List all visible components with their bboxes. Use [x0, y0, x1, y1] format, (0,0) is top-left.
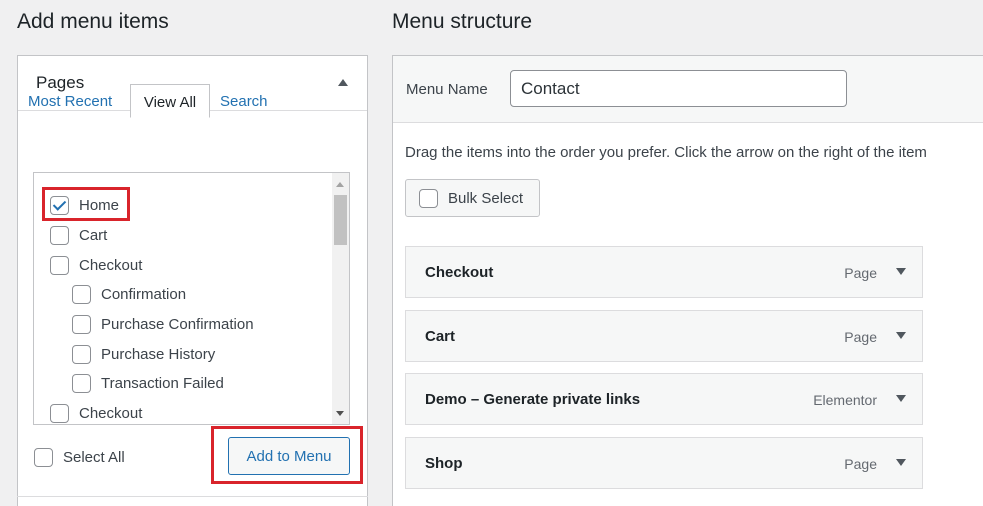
page-item-label: Confirmation — [101, 285, 187, 303]
page-item-transaction-failed[interactable]: Transaction Failed — [72, 372, 224, 394]
checkbox[interactable] — [72, 314, 91, 334]
checkbox[interactable] — [72, 373, 91, 393]
checkbox[interactable] — [34, 448, 53, 467]
expand-arrow-icon[interactable] — [896, 268, 906, 275]
collapse-arrow-icon[interactable] — [338, 79, 348, 86]
expand-arrow-icon[interactable] — [896, 459, 906, 466]
menu-item-title: Cart — [425, 328, 456, 345]
divider — [17, 496, 368, 497]
page-item-cart[interactable]: Cart — [50, 224, 107, 246]
menu-item[interactable]: Checkout Page — [405, 246, 923, 298]
menu-item-type: Page — [844, 329, 877, 345]
checkbox[interactable] — [50, 403, 69, 423]
checkbox[interactable] — [50, 255, 69, 275]
menu-item-title: Shop — [425, 455, 463, 472]
page-item-label: Checkout — [79, 256, 143, 274]
bulk-select-label: Bulk Select — [448, 189, 524, 207]
scrollbar[interactable] — [332, 173, 349, 424]
menu-name-input[interactable] — [510, 70, 847, 107]
page-item-label: Cart — [79, 226, 108, 244]
checkbox[interactable] — [50, 225, 69, 245]
page-item-purchase-confirmation[interactable]: Purchase Confirmation — [72, 313, 254, 335]
add-menu-items-heading: Add menu items — [17, 10, 169, 33]
page-item-purchase-history[interactable]: Purchase History — [72, 343, 215, 365]
page-item-label: Purchase History — [101, 345, 216, 363]
scroll-up-icon[interactable] — [336, 182, 344, 187]
page-item-checkout[interactable]: Checkout — [50, 254, 142, 276]
checkbox[interactable] — [419, 188, 438, 208]
scroll-thumb[interactable] — [334, 195, 347, 245]
page-item-label: Transaction Failed — [101, 374, 224, 392]
menu-structure-heading: Menu structure — [392, 10, 533, 33]
menu-name-label: Menu Name — [406, 81, 488, 98]
page-item-label: Checkout — [79, 404, 143, 422]
menu-item-type: Elementor — [813, 392, 877, 408]
page-item-checkout-2[interactable]: Checkout — [50, 402, 142, 424]
bulk-select-button[interactable]: Bulk Select — [405, 179, 540, 217]
menu-item-title: Demo – Generate private links — [425, 391, 641, 408]
menu-item[interactable]: Cart Page — [405, 310, 923, 362]
menu-item[interactable]: Shop Page — [405, 437, 923, 489]
menu-item-title: Checkout — [425, 264, 494, 281]
page-item-label: Purchase Confirmation — [101, 315, 254, 333]
drag-instructions: Drag the items into the order you prefer… — [405, 144, 927, 161]
highlight-home — [42, 187, 130, 221]
tab-most-recent[interactable]: Most Recent — [28, 86, 112, 118]
scroll-down-icon[interactable] — [336, 411, 344, 416]
tab-search[interactable]: Search — [220, 86, 268, 118]
checkbox[interactable] — [72, 344, 91, 364]
select-all-label: Select All — [63, 449, 125, 466]
menu-name-row: Menu Name — [393, 56, 983, 123]
expand-arrow-icon[interactable] — [896, 332, 906, 339]
menu-item[interactable]: Demo – Generate private links Elementor — [405, 373, 923, 425]
page-item-confirmation[interactable]: Confirmation — [72, 283, 186, 305]
tab-view-all[interactable]: View All — [130, 84, 210, 118]
expand-arrow-icon[interactable] — [896, 395, 906, 402]
menu-item-type: Page — [844, 265, 877, 281]
select-all[interactable]: Select All — [34, 448, 125, 467]
menu-item-type: Page — [844, 456, 877, 472]
checkbox[interactable] — [72, 284, 91, 304]
highlight-add-to-menu — [211, 426, 363, 484]
